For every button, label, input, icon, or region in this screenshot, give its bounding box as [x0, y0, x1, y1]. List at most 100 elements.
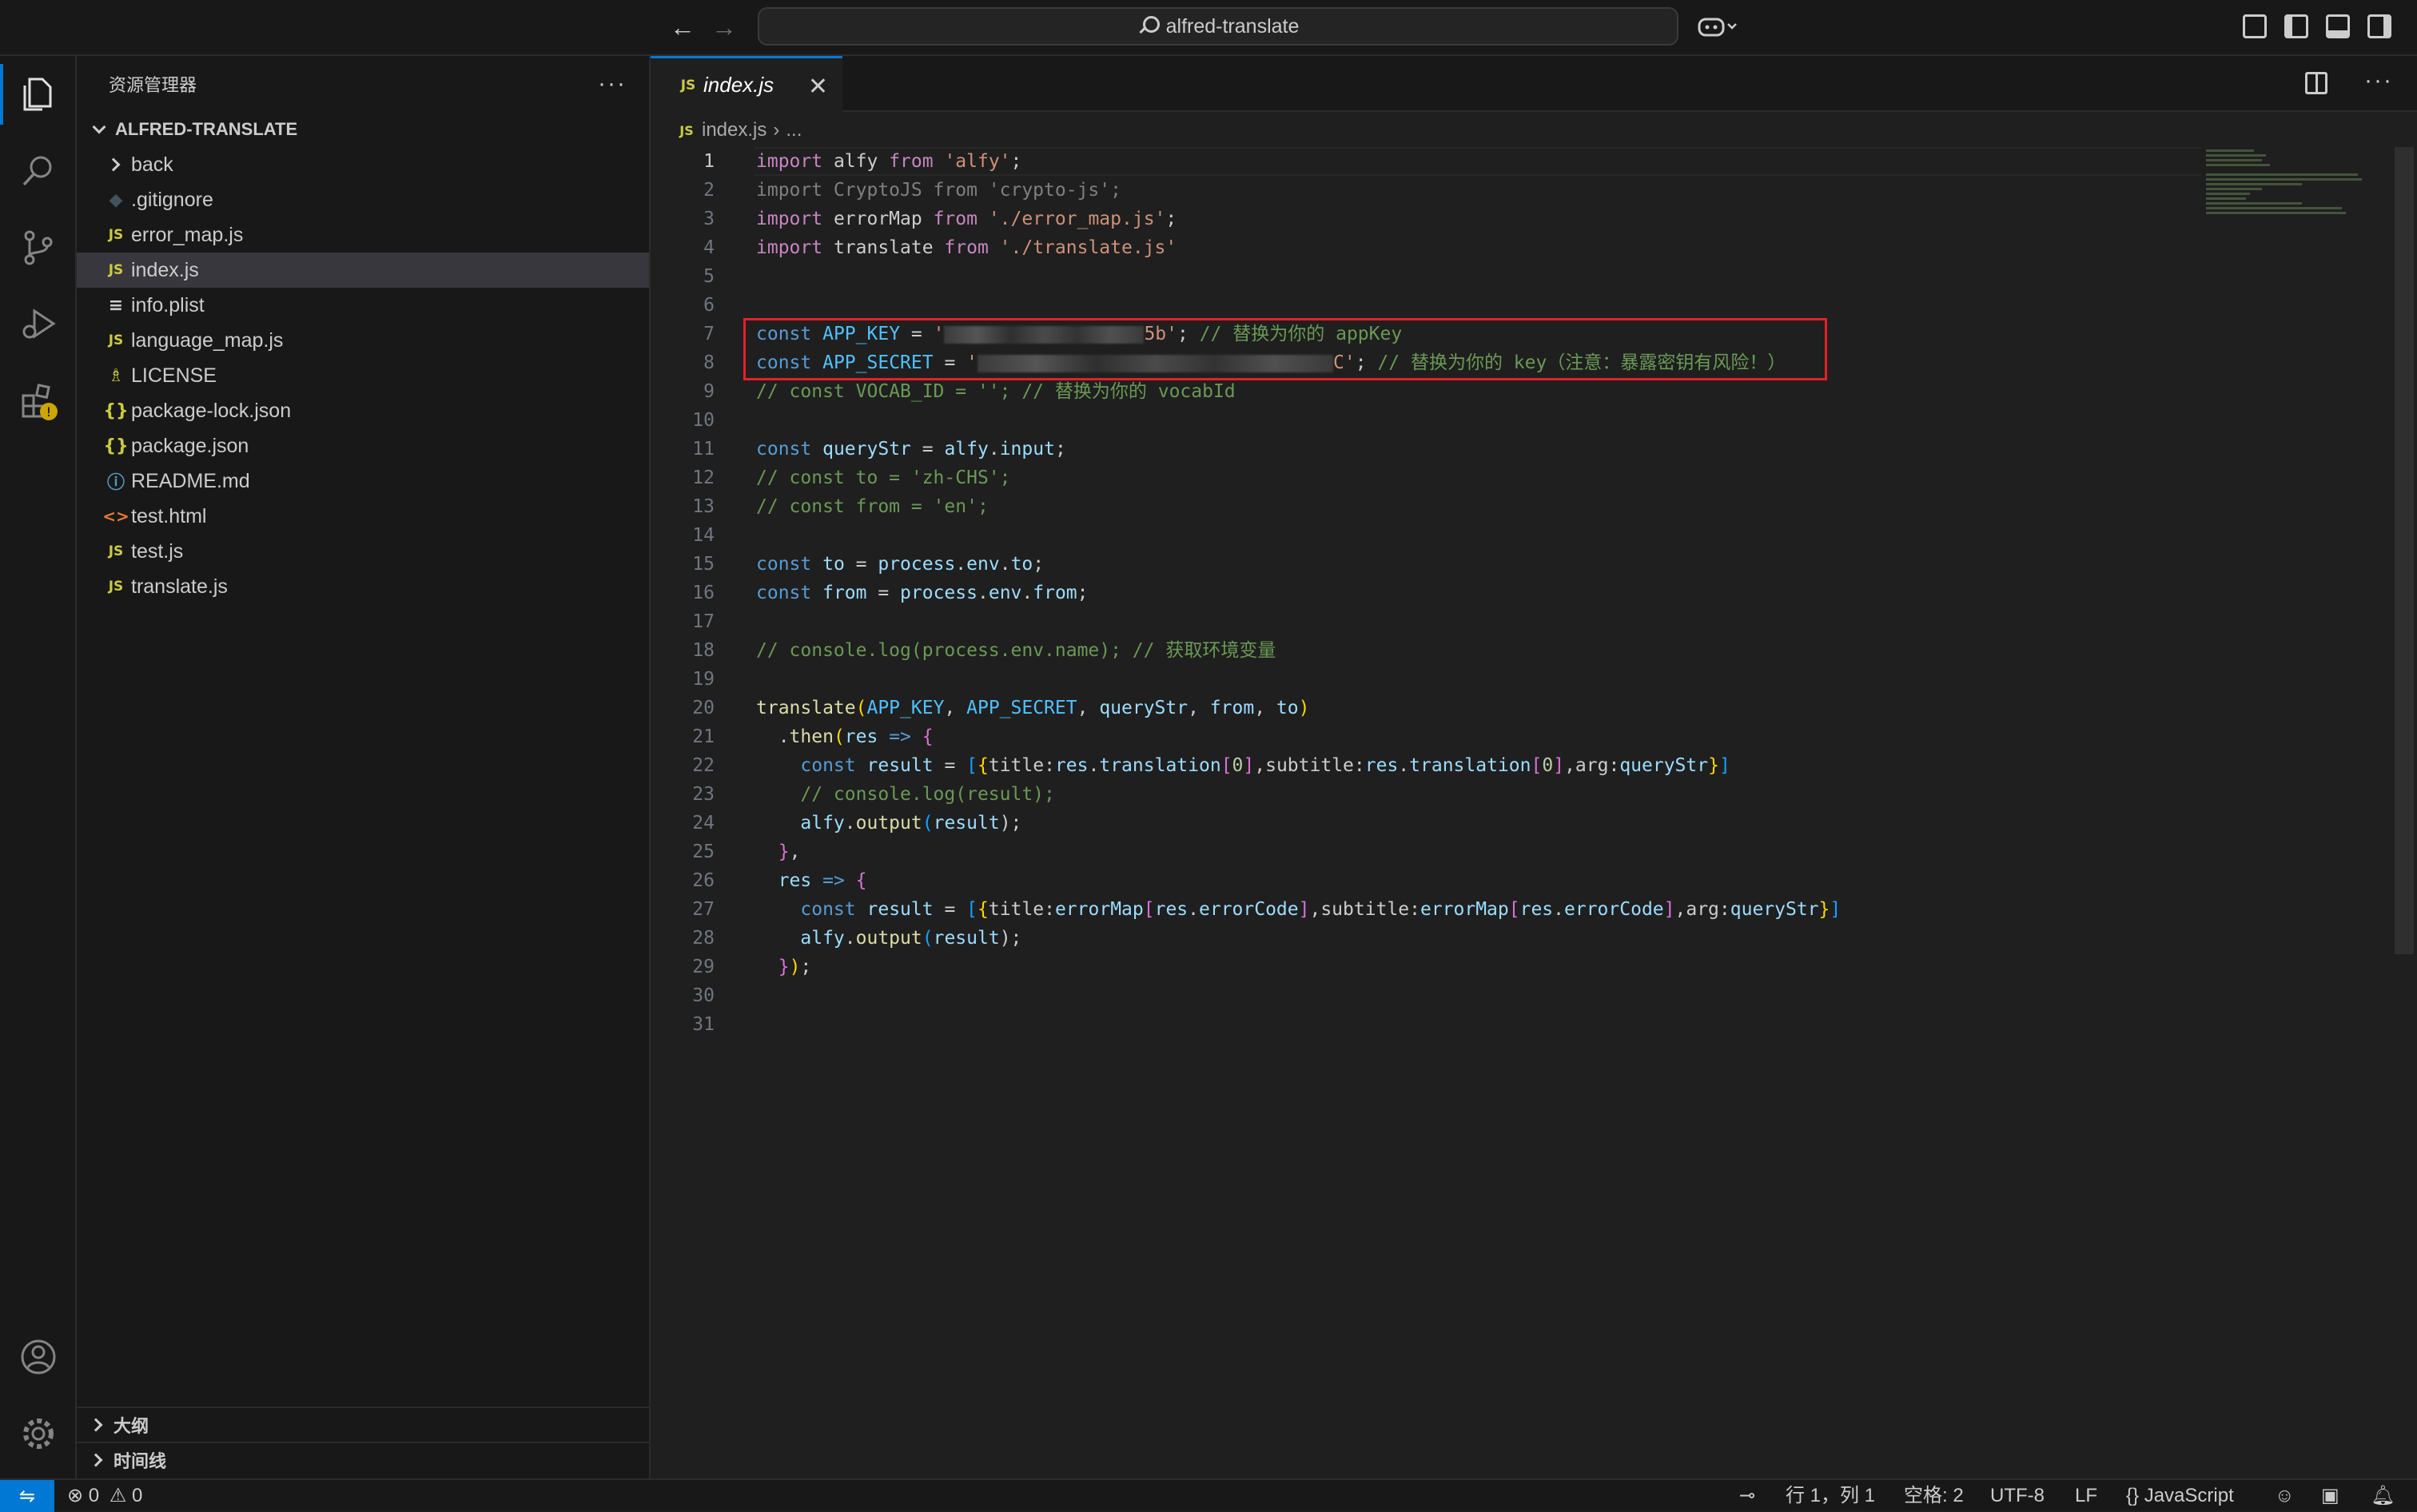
keyword-token: import: [756, 151, 823, 172]
variable-token: result: [866, 755, 934, 776]
explorer-title: 资源管理器: [109, 75, 197, 95]
minimap[interactable]: [2206, 147, 2366, 259]
line-number[interactable]: 19: [651, 665, 715, 694]
breadcrumb-symbol[interactable]: ...: [786, 119, 802, 141]
tree-item-readme[interactable]: ⓘ README.md: [77, 464, 649, 499]
split-editor-icon[interactable]: [2305, 72, 2327, 94]
line-number[interactable]: 30: [651, 981, 715, 1010]
variable-token: to: [1276, 698, 1299, 718]
punct-token: );: [999, 813, 1022, 834]
keyword-token: from: [889, 151, 934, 172]
bracket-token: [: [966, 899, 978, 920]
accounts-icon[interactable]: [0, 1319, 77, 1395]
terminal-icon[interactable]: ▣: [2321, 1480, 2339, 1512]
bracket-token: (: [922, 813, 934, 834]
customize-layout-icon[interactable]: [2243, 14, 2267, 38]
workspace-folder-header[interactable]: ALFRED-TRANSLATE: [77, 112, 649, 147]
tree-item-info-plist[interactable]: ≡ info.plist: [77, 288, 649, 323]
indent-token: [756, 842, 778, 862]
explorer-icon[interactable]: [0, 56, 77, 133]
encoding-setting[interactable]: UTF-8: [1990, 1480, 2045, 1512]
tree-item-error-map[interactable]: JS error_map.js: [77, 217, 649, 253]
key-token: ,subtitle:: [1254, 755, 1365, 776]
editor-scrollbar[interactable]: [2395, 147, 2414, 954]
bracket-token: [: [966, 755, 978, 776]
indent-token: [756, 870, 778, 891]
status-bar: ⇋ ⊗ 0 ⚠ 0 ⊸ 行 1，列 1 空格: 2 UTF-8 LF {} Ja…: [0, 1478, 2417, 1512]
toggle-primary-sidebar-icon[interactable]: [2284, 14, 2308, 38]
language-mode[interactable]: {} JavaScript: [2126, 1480, 2234, 1512]
search-icon[interactable]: [0, 133, 77, 209]
js-icon: JS: [108, 262, 124, 278]
copilot-icon[interactable]: [1698, 14, 1738, 38]
variable-token: from: [822, 583, 867, 603]
cursor-position[interactable]: 行 1，列 1: [1786, 1480, 1875, 1512]
tree-item-index-js[interactable]: JS index.js: [77, 253, 649, 288]
property-token: translation: [1099, 755, 1221, 776]
problems-indicator[interactable]: ⊗ 0 ⚠ 0: [67, 1480, 142, 1512]
breadcrumb-file[interactable]: index.js: [702, 119, 767, 141]
operator-token: =: [933, 755, 967, 776]
code-line-16: const from = process.env.from;: [651, 579, 2393, 607]
more-actions-icon[interactable]: ···: [598, 70, 627, 97]
tree-item-test-js[interactable]: JS test.js: [77, 534, 649, 569]
line-number[interactable]: 10: [651, 406, 715, 435]
tree-item-package-json[interactable]: {} package.json: [77, 428, 649, 464]
tree-item-label: test.html: [131, 504, 207, 527]
tab-label: index.js: [703, 73, 774, 97]
settings-gear-icon[interactable]: [0, 1395, 77, 1472]
code-line-23: // console.log(result);: [651, 780, 2393, 809]
language-label: JavaScript: [2144, 1485, 2234, 1506]
tree-item-label: info.plist: [131, 293, 205, 316]
variable-token: alfy: [944, 439, 989, 460]
line-number[interactable]: 17: [651, 607, 715, 636]
line-number[interactable]: 5: [651, 262, 715, 291]
variable-token: to: [822, 554, 845, 575]
timeline-section-header[interactable]: 时间线: [77, 1442, 651, 1477]
source-control-icon[interactable]: [0, 209, 77, 286]
indentation-setting[interactable]: 空格: 2: [1904, 1480, 1964, 1512]
tree-item-package-lock[interactable]: {} package-lock.json: [77, 393, 649, 428]
tree-item-translate-js[interactable]: JS translate.js: [77, 569, 649, 604]
tree-item-label: test.js: [131, 539, 184, 563]
bracket-token: (: [922, 928, 934, 949]
tab-index-js[interactable]: JS index.js ✕: [651, 56, 842, 112]
back-arrow-icon[interactable]: ←: [667, 11, 699, 43]
tree-item-license[interactable]: ♗ LICENSE: [77, 358, 649, 393]
tree-item-label: index.js: [131, 258, 199, 281]
bracket-token: ): [1298, 698, 1310, 718]
function-token: output: [855, 813, 922, 834]
command-center-search[interactable]: alfred-translate: [758, 7, 1678, 46]
code-line-27: const result = [{title:errorMap[res.erro…: [651, 895, 2393, 924]
git-commit-icon[interactable]: ⊸: [1739, 1480, 1755, 1512]
line-number[interactable]: 6: [651, 291, 715, 320]
code-line-12: // const to = 'zh-CHS';: [651, 464, 2393, 492]
notifications-bell-icon[interactable]: 🔔︎: [2371, 1480, 2395, 1512]
code-line-21: .then(res => {: [651, 722, 2393, 751]
run-debug-icon[interactable]: [0, 286, 77, 363]
keyword-token: const: [800, 755, 856, 776]
explorer-header: 资源管理器 ···: [77, 56, 649, 112]
error-icon: ⊗: [67, 1485, 84, 1506]
variable-token: res: [1154, 899, 1189, 920]
tree-item-test-html[interactable]: <> test.html: [77, 499, 649, 534]
line-number[interactable]: 31: [651, 1010, 715, 1039]
line-number[interactable]: 14: [651, 521, 715, 550]
close-icon[interactable]: ✕: [808, 73, 828, 101]
toggle-secondary-sidebar-icon[interactable]: [2367, 14, 2391, 38]
eol-setting[interactable]: LF: [2075, 1480, 2097, 1512]
bracket-token: [: [1508, 899, 1520, 920]
forward-arrow-icon[interactable]: →: [708, 11, 740, 43]
copilot-status-icon[interactable]: ☺: [2275, 1480, 2295, 1512]
tree-item-language-map[interactable]: JS language_map.js: [77, 323, 649, 358]
tree-item-gitignore[interactable]: ◆ .gitignore: [77, 182, 649, 217]
tree-item-back[interactable]: back: [77, 147, 649, 182]
json-icon: {}: [103, 400, 129, 421]
toggle-panel-icon[interactable]: [2326, 14, 2350, 38]
extensions-icon[interactable]: !: [0, 363, 77, 440]
remote-indicator-icon[interactable]: ⇋: [0, 1480, 54, 1512]
variable-token: alfy: [800, 813, 845, 834]
more-actions-icon[interactable]: ···: [2364, 67, 2393, 94]
outline-section-header[interactable]: 大纲: [77, 1407, 651, 1442]
